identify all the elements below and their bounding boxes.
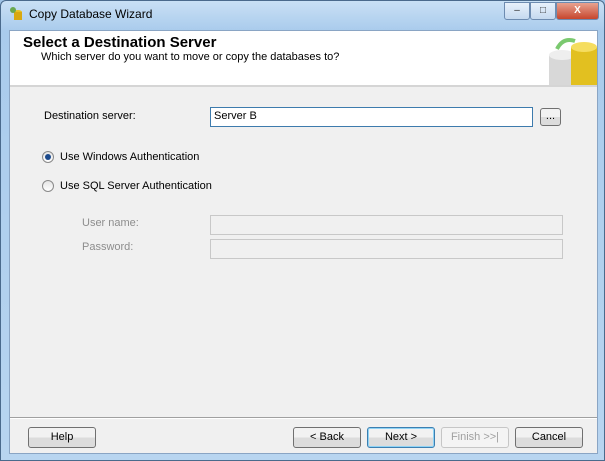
finish-button: Finish >>| — [441, 427, 509, 448]
browse-server-button[interactable]: ... — [540, 108, 561, 126]
windows-auth-radio[interactable] — [42, 151, 54, 163]
destination-server-label: Destination server: — [44, 110, 136, 122]
wizard-client: Select a Destination Server Which server… — [9, 30, 598, 454]
cancel-button[interactable]: Cancel — [515, 427, 583, 448]
sql-auth-radio[interactable] — [42, 180, 54, 192]
page-subtitle: Which server do you want to move or copy… — [41, 51, 340, 63]
password-input[interactable] — [210, 239, 563, 259]
wizard-window: Copy Database Wizard – □ X Select a Dest… — [0, 0, 605, 461]
windows-auth-label[interactable]: Use Windows Authentication — [60, 151, 199, 163]
username-label: User name: — [82, 217, 139, 229]
maximize-button[interactable]: □ — [530, 2, 556, 20]
next-button[interactable]: Next > — [367, 427, 435, 448]
footer-divider — [10, 417, 597, 419]
sql-auth-label[interactable]: Use SQL Server Authentication — [60, 180, 212, 192]
window-title: Copy Database Wizard — [29, 7, 153, 21]
help-button[interactable]: Help — [28, 427, 96, 448]
page-title: Select a Destination Server — [23, 34, 217, 51]
password-label: Password: — [82, 241, 134, 253]
back-button[interactable]: < Back — [293, 427, 361, 448]
minimize-button[interactable]: – — [504, 2, 530, 20]
close-button[interactable]: X — [556, 2, 599, 20]
database-copy-icon — [549, 38, 597, 85]
destination-server-input[interactable]: Server B — [210, 107, 533, 127]
database-wizard-icon — [10, 7, 22, 20]
username-input[interactable] — [210, 215, 563, 235]
wizard-header: Select a Destination Server Which server… — [10, 31, 597, 87]
